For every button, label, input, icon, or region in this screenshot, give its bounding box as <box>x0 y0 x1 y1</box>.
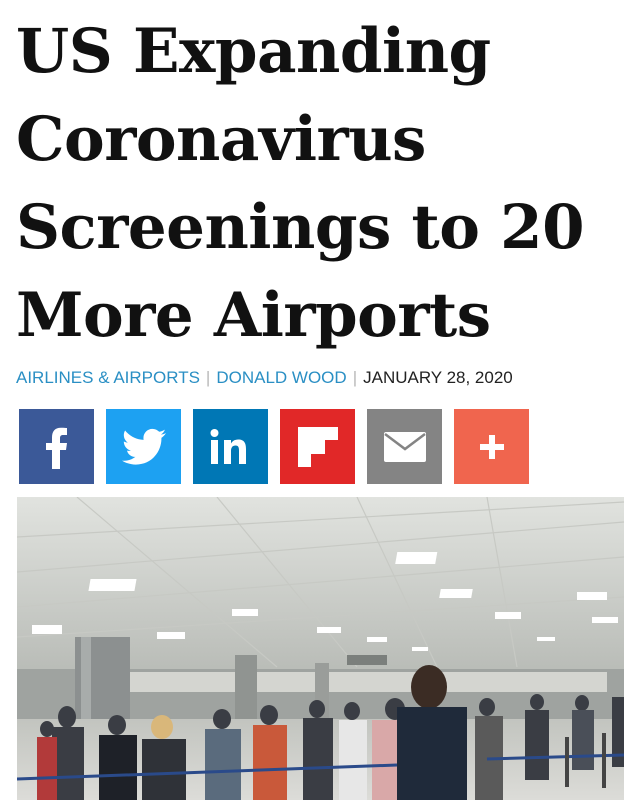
author-link[interactable]: DONALD WOOD <box>216 368 346 387</box>
email-share-button[interactable] <box>367 409 442 484</box>
meta-separator: | <box>352 368 358 387</box>
linkedin-share-button[interactable] <box>193 409 268 484</box>
more-share-button[interactable] <box>454 409 529 484</box>
headline-line: US Expanding <box>16 16 491 87</box>
envelope-icon <box>383 431 426 462</box>
article-photo <box>17 497 624 800</box>
share-bar <box>19 409 529 484</box>
twitter-icon <box>121 428 166 465</box>
flipboard-icon <box>297 426 338 467</box>
article-meta: AIRLINES & AIRPORTS | DONALD WOOD | JANUARY … <box>16 367 513 389</box>
facebook-share-button[interactable] <box>19 409 94 484</box>
facebook-icon <box>45 427 67 469</box>
meta-separator: | <box>205 368 211 387</box>
twitter-share-button[interactable] <box>106 409 181 484</box>
category-link[interactable]: AIRLINES & AIRPORTS <box>16 368 200 387</box>
headline-line: Coronavirus <box>16 104 426 175</box>
publish-date: JANUARY 28, 2020 <box>363 368 513 387</box>
flipboard-share-button[interactable] <box>280 409 355 484</box>
linkedin-icon <box>210 428 246 464</box>
airport-terminal-photo <box>17 497 624 800</box>
article-headline: US Expanding Coronavirus Screenings to 2… <box>16 8 626 360</box>
plus-icon <box>479 434 504 459</box>
headline-line: More Airports <box>16 280 491 351</box>
headline-line: Screenings to 20 <box>16 192 585 263</box>
